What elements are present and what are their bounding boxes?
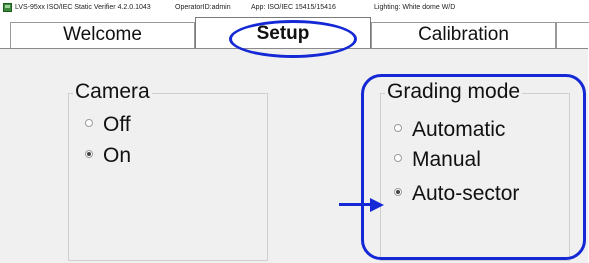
- arrow-icon: [339, 203, 374, 206]
- camera-option-off[interactable]: Off: [85, 113, 131, 137]
- operator-id: OperatorID:admin: [175, 4, 231, 11]
- arrow-head-icon: [370, 198, 384, 212]
- tab-welcome[interactable]: Welcome: [10, 22, 195, 48]
- camera-groupbox: Camera Off On: [68, 80, 268, 261]
- lighting-info: Lighting: White dome W/D: [374, 4, 456, 11]
- camera-option-on[interactable]: On: [85, 144, 131, 168]
- tab-calibration[interactable]: Calibration: [371, 22, 556, 48]
- camera-off-label: Off: [103, 113, 131, 136]
- app-standard: App: ISO/IEC 15415/15416: [251, 4, 336, 11]
- setup-tab-highlight-oval: [229, 20, 357, 58]
- radio-on[interactable]: [85, 150, 93, 159]
- camera-on-label: On: [103, 144, 132, 167]
- tab-overflow[interactable]: [556, 22, 589, 48]
- radio-off[interactable]: [85, 119, 93, 128]
- camera-group-title: Camera: [73, 80, 152, 104]
- title-bar: LVS-95xx ISO/IEC Static Verifier 4.2.0.1…: [0, 0, 589, 17]
- app-icon: [3, 3, 12, 12]
- grading-mode-highlight-box: [361, 74, 586, 260]
- app-title: LVS-95xx ISO/IEC Static Verifier 4.2.0.1…: [15, 4, 151, 11]
